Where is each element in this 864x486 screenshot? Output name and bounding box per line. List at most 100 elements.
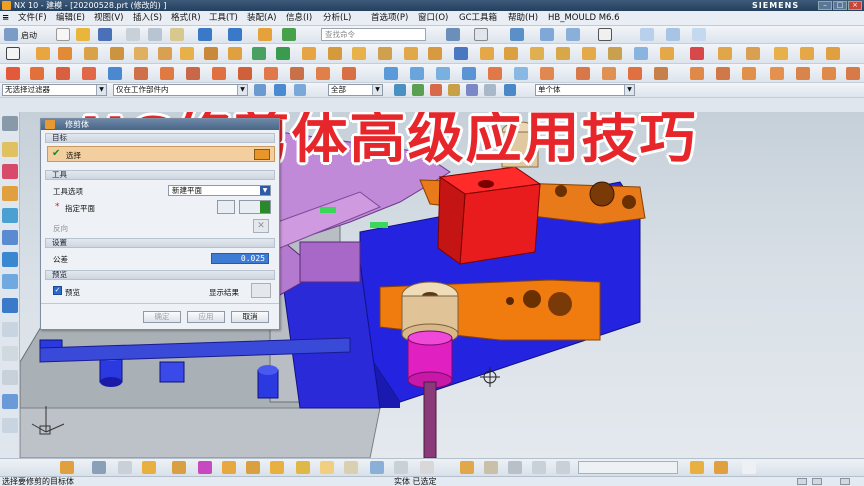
law-extension-icon[interactable] bbox=[690, 67, 704, 80]
thicken-icon[interactable] bbox=[628, 67, 642, 80]
plane-type-dropdown[interactable] bbox=[239, 200, 271, 214]
quickpick-icon[interactable] bbox=[294, 84, 306, 96]
ruled-icon[interactable] bbox=[410, 67, 424, 80]
arc-icon[interactable] bbox=[30, 67, 44, 80]
snap-on-curve-icon[interactable] bbox=[504, 84, 516, 96]
reverse-direction-button[interactable]: ✕ bbox=[253, 219, 269, 233]
plane-dialog-icon[interactable] bbox=[217, 200, 235, 214]
mould-slider-icon[interactable] bbox=[746, 47, 760, 60]
resize-face-icon[interactable] bbox=[420, 461, 434, 474]
system-scenes-icon[interactable] bbox=[2, 418, 18, 433]
ok-button[interactable]: 确定 bbox=[143, 311, 181, 323]
target-select-row[interactable]: ✔ 选择 bbox=[47, 146, 275, 162]
bottom-combo-box[interactable] bbox=[578, 461, 678, 474]
menu-help[interactable]: 帮助(H) bbox=[508, 12, 538, 25]
measure-icon[interactable] bbox=[172, 461, 186, 474]
snap-endpoint-icon[interactable] bbox=[394, 84, 406, 96]
global-shaping-icon[interactable] bbox=[796, 67, 810, 80]
layout-icon[interactable] bbox=[446, 28, 460, 41]
bounded-plane-icon[interactable] bbox=[514, 67, 528, 80]
extract-geometry-icon[interactable] bbox=[270, 461, 284, 474]
draft-icon[interactable] bbox=[454, 47, 468, 60]
move-object-icon[interactable] bbox=[60, 461, 74, 474]
boss-icon[interactable] bbox=[110, 47, 124, 60]
tool-section-header[interactable]: 工具 bbox=[45, 170, 275, 180]
mould-base-icon[interactable] bbox=[690, 461, 704, 474]
extrude-icon[interactable] bbox=[36, 47, 50, 60]
save-icon[interactable] bbox=[98, 28, 112, 41]
menu-window[interactable]: 窗口(O) bbox=[418, 12, 448, 25]
pocket-icon[interactable] bbox=[134, 47, 148, 60]
through-curves-icon[interactable] bbox=[384, 67, 398, 80]
pad-icon[interactable] bbox=[158, 47, 172, 60]
isoparametric-icon[interactable] bbox=[290, 67, 304, 80]
face-blend-icon[interactable] bbox=[742, 67, 756, 80]
undo-icon[interactable] bbox=[198, 28, 212, 41]
menu-format[interactable]: 格式(R) bbox=[171, 12, 201, 25]
mould-block-icon[interactable] bbox=[660, 47, 674, 60]
n-sided-surface-icon[interactable] bbox=[462, 67, 476, 80]
constraint-navigator-icon[interactable] bbox=[2, 164, 18, 179]
window-icon[interactable] bbox=[282, 28, 296, 41]
shaded-view-icon[interactable] bbox=[510, 28, 524, 41]
sketch-icon[interactable] bbox=[6, 47, 20, 60]
status-panel-icon[interactable] bbox=[840, 478, 850, 485]
status-panel-icon[interactable] bbox=[812, 478, 822, 485]
menu-assembly[interactable]: 装配(A) bbox=[247, 12, 276, 25]
part-cleanup-icon[interactable] bbox=[484, 461, 498, 474]
mould-lifter-icon[interactable] bbox=[774, 47, 788, 60]
menu-file[interactable]: 文件(F) bbox=[18, 12, 47, 25]
menu-information[interactable]: 信息(I) bbox=[286, 12, 312, 25]
command-search-input[interactable]: 查找命令 bbox=[321, 28, 426, 41]
status-panel-icon[interactable] bbox=[797, 478, 807, 485]
type-filter-select[interactable]: 无选择过滤器 ▼ bbox=[2, 84, 107, 96]
show-result-magnifier-icon[interactable] bbox=[251, 283, 271, 298]
deselect-icon[interactable] bbox=[274, 84, 286, 96]
revolve-icon[interactable] bbox=[58, 47, 72, 60]
hidden-edges-icon[interactable] bbox=[666, 28, 680, 41]
extend-sheet-icon[interactable] bbox=[540, 67, 554, 80]
command-icon[interactable] bbox=[258, 28, 272, 41]
fan-icon[interactable] bbox=[508, 461, 522, 474]
menu-gc-toolbox[interactable]: GC工具箱 bbox=[459, 12, 497, 25]
shell-icon[interactable] bbox=[428, 47, 442, 60]
render-style-icon[interactable] bbox=[566, 28, 580, 41]
swept-icon[interactable] bbox=[436, 67, 450, 80]
silhouette-flange-icon[interactable] bbox=[716, 67, 730, 80]
extract-curve-icon[interactable] bbox=[316, 67, 330, 80]
music-note-icon[interactable] bbox=[742, 461, 756, 474]
studio-surface-icon[interactable] bbox=[488, 67, 502, 80]
layer-settings-icon[interactable] bbox=[118, 461, 132, 474]
patch-icon[interactable] bbox=[602, 67, 616, 80]
line-icon[interactable] bbox=[6, 67, 20, 80]
more-icon[interactable] bbox=[846, 67, 860, 80]
emboss-icon[interactable] bbox=[228, 47, 242, 60]
sew-icon[interactable] bbox=[634, 47, 648, 60]
feature-filter-select[interactable]: 全部 ▼ bbox=[328, 84, 383, 96]
new-file-icon[interactable] bbox=[56, 28, 70, 41]
csys-icon[interactable] bbox=[92, 461, 106, 474]
split-body-icon[interactable] bbox=[504, 47, 518, 60]
menu-view[interactable]: 视图(V) bbox=[94, 12, 123, 25]
reuse-library-icon[interactable] bbox=[2, 208, 18, 223]
maximize-button[interactable]: □ bbox=[833, 1, 847, 10]
edit-display-icon[interactable] bbox=[198, 461, 212, 474]
subtract-icon[interactable] bbox=[328, 47, 342, 60]
system-materials-icon[interactable] bbox=[2, 322, 18, 337]
cylinder-icon[interactable] bbox=[344, 461, 358, 474]
project-curve-icon[interactable] bbox=[108, 67, 122, 80]
bridge-curve-icon[interactable] bbox=[212, 67, 226, 80]
text-curve-icon[interactable] bbox=[264, 67, 278, 80]
styled-blend-icon[interactable] bbox=[770, 67, 784, 80]
snap-midpoint-icon[interactable] bbox=[412, 84, 424, 96]
show-hide-icon[interactable] bbox=[142, 461, 156, 474]
datum-axis-icon[interactable] bbox=[276, 47, 290, 60]
snap-center-icon[interactable] bbox=[430, 84, 442, 96]
mould-insert-icon[interactable] bbox=[718, 47, 732, 60]
standard-part-icon[interactable] bbox=[714, 461, 728, 474]
groove-icon[interactable] bbox=[204, 47, 218, 60]
unite-icon[interactable] bbox=[302, 47, 316, 60]
copy-icon[interactable] bbox=[148, 28, 162, 41]
trim-sheet-icon[interactable] bbox=[576, 67, 590, 80]
offset-curve-icon[interactable] bbox=[82, 67, 96, 80]
